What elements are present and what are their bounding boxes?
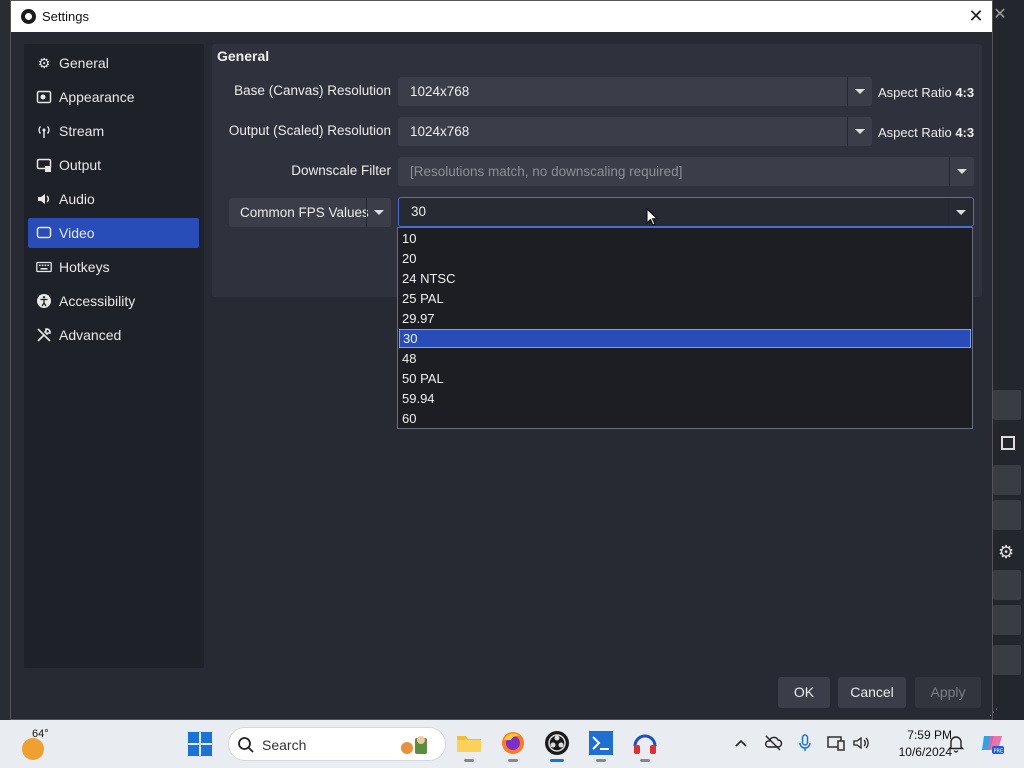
fps-value: 30 [411,204,427,219]
chevron-down-icon[interactable] [366,198,391,227]
output-resolution-label: Output (Scaled) Resolution [228,123,391,138]
aspect-ratio-value: 4:3 [955,85,975,100]
taskbar: 64° Search 7:59 PM 10/6/2024 PRE [0,720,1024,768]
base-resolution-label: Base (Canvas) Resolution [234,83,391,98]
fps-option[interactable]: 48 [399,349,971,368]
sidebar-item-general[interactable]: ⚙ General [28,48,199,78]
volume-icon[interactable] [851,732,871,754]
weather-widget[interactable]: 64° [20,728,70,760]
downscale-filter-value: [Resolutions match, no downscaling requi… [410,164,683,179]
title-bar: Settings ✕ [11,1,992,32]
aspect-ratio-value: 4:3 [955,125,975,140]
network-icon[interactable] [826,732,846,754]
keyboard-icon [36,259,52,275]
fps-option[interactable]: 59.94 [399,389,971,408]
fps-type-value: Common FPS Values [240,205,369,220]
window-title: Settings [42,9,89,24]
firefox-icon[interactable] [498,728,528,762]
base-resolution-combo[interactable]: 1024x768 [398,77,872,106]
sidebar-item-label: Video [59,225,95,241]
search-highlight-icon [401,736,427,754]
cancel-button[interactable]: Cancel [838,677,906,708]
ok-button[interactable]: OK [778,677,830,708]
gear-icon: ⚙ [37,54,51,71]
background-app-right-edge: ⚙ [993,0,1024,720]
aspect-ratio-prefix: Aspect Ratio [878,125,952,140]
resize-grip-icon[interactable]: ⋰ [989,707,999,717]
apply-button[interactable]: Apply [915,677,981,708]
sidebar-item-label: Advanced [59,327,122,343]
cloud-off-icon[interactable] [763,732,783,754]
fps-option[interactable]: 25 PAL [399,289,971,308]
close-button[interactable]: ✕ [964,4,988,28]
chevron-up-icon[interactable] [731,732,751,754]
fps-value-combo[interactable]: 30 [398,197,974,227]
chevron-down-icon[interactable] [847,117,872,146]
base-aspect-ratio: Aspect Ratio 4:3 [878,85,974,100]
speaker-icon [36,191,52,207]
accessibility-icon [36,293,52,309]
weather-sun-icon [22,738,44,760]
sidebar-item-label: Audio [59,191,95,207]
base-resolution-value: 1024x768 [410,84,470,99]
search-icon [238,737,254,753]
fps-dropdown-list: 10 20 24 NTSC 25 PAL 29.97 30 48 50 PAL … [397,227,973,429]
copilot-icon[interactable]: PRE [980,730,1004,756]
downscale-filter-label: Downscale Filter [291,163,391,178]
output-resolution-value: 1024x768 [410,124,470,139]
obs-icon[interactable] [542,728,572,762]
output-aspect-ratio: Aspect Ratio 4:3 [878,125,974,140]
notification-bell-icon[interactable] [946,732,966,754]
svg-text:PRE: PRE [994,749,1004,755]
sidebar-item-audio[interactable]: Audio [28,184,199,214]
sidebar-item-video[interactable]: Video [28,218,199,248]
monitor-icon [36,225,52,241]
aspect-ratio-prefix: Aspect Ratio [878,85,952,100]
fps-option[interactable]: 10 [399,229,971,248]
mouse-cursor-icon [646,207,659,226]
fps-option[interactable]: 20 [399,249,971,268]
taskbar-clock[interactable]: 7:59 PM 10/6/2024 [872,727,952,761]
windows-start-icon[interactable] [188,732,212,756]
restore-window-icon[interactable] [1001,436,1015,450]
taskbar-search-box[interactable]: Search [228,727,446,761]
background-close-icon[interactable]: ✕ [992,6,1008,24]
fps-option[interactable]: 60 [399,409,971,428]
fps-option[interactable]: 29.97 [399,309,971,328]
downscale-filter-combo: [Resolutions match, no downscaling requi… [398,157,974,186]
fps-option[interactable]: 50 PAL [399,369,971,388]
fps-type-combo[interactable]: Common FPS Values [229,198,391,227]
sidebar-item-label: Accessibility [59,293,136,309]
chevron-down-icon[interactable] [847,77,872,106]
clock-time: 7:59 PM [907,728,952,742]
microphone-icon[interactable] [795,732,815,754]
sidebar-item-label: Hotkeys [59,259,110,275]
gear-icon[interactable]: ⚙ [998,542,1014,563]
output-resolution-combo[interactable]: 1024x768 [398,117,872,146]
wrench-icon [36,327,52,343]
section-title: General [217,48,270,64]
chevron-down-icon [949,157,974,186]
vscode-icon[interactable] [586,728,616,762]
search-label: Search [262,737,307,753]
clock-date: 10/6/2024 [898,745,952,759]
file-explorer-icon[interactable] [454,728,484,762]
headphones-app-icon[interactable] [630,728,660,762]
sidebar-item-advanced[interactable]: Advanced [28,320,199,350]
sidebar-item-label: General [59,55,109,71]
obs-app-icon [21,9,36,24]
fps-option-selected[interactable]: 30 [399,329,971,348]
sidebar-item-hotkeys[interactable]: Hotkeys [28,252,199,282]
fps-option[interactable]: 24 NTSC [399,269,971,288]
sidebar-item-accessibility[interactable]: Accessibility [28,286,199,316]
weather-temp: 64° [32,728,49,740]
chevron-down-icon[interactable] [948,198,973,226]
